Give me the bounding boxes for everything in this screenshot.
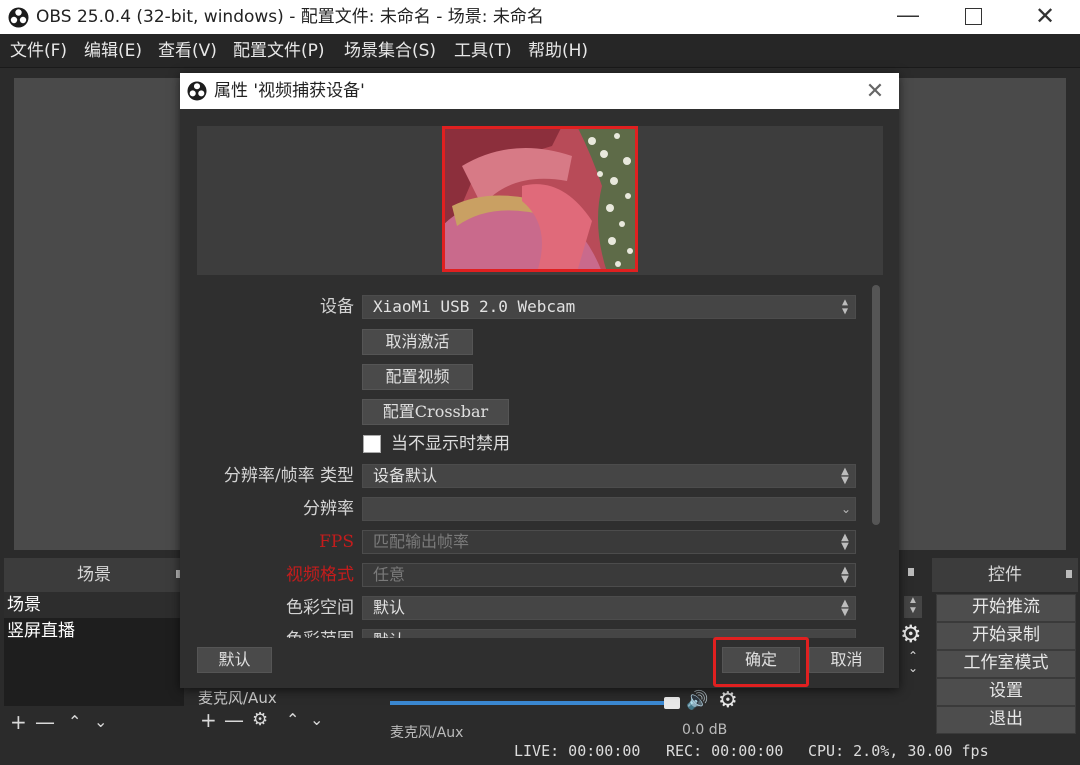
settings-button[interactable]: 设置 xyxy=(936,678,1076,706)
cpu-fps: CPU: 2.0%, 30.00 fps xyxy=(808,742,989,760)
device-value: XiaoMi USB 2.0 Webcam xyxy=(373,297,576,316)
fps-value: 匹配输出帧率 xyxy=(373,532,470,551)
mixer-channel-label: 麦克风/Aux xyxy=(198,689,277,707)
move-up-icon[interactable]: ⌃ xyxy=(68,708,81,736)
res-type-select[interactable]: 设备默认 ▲ ▼ xyxy=(362,464,856,488)
window-titlebar: OBS 25.0.4 (32-bit, windows) - 配置文件: 未命名… xyxy=(0,0,1080,34)
color-space-value: 默认 xyxy=(373,598,406,617)
scene-item[interactable]: 场景 xyxy=(4,592,184,618)
menu-edit[interactable]: 编辑(E) xyxy=(84,34,142,68)
sources-toolbar: + — ⚙ ⌃ ⌄ xyxy=(192,706,372,734)
configure-video-button[interactable]: 配置视频 xyxy=(362,364,473,390)
webcam-frame xyxy=(442,126,638,272)
start-recording-button[interactable]: 开始录制 xyxy=(936,622,1076,650)
scenes-header: 场景 xyxy=(4,558,184,592)
deactivate-when-hidden-label: 当不显示时禁用 xyxy=(391,434,510,454)
mixer-gear-icon[interactable]: ⚙ xyxy=(718,688,738,713)
select-arrows-icon: ▲ ▼ xyxy=(841,297,849,317)
studio-mode-button[interactable]: 工作室模式 xyxy=(936,650,1076,678)
menu-view[interactable]: 查看(V) xyxy=(158,34,217,68)
remove-scene-icon[interactable]: — xyxy=(35,708,55,736)
menu-scene-collection[interactable]: 场景集合(S) xyxy=(344,34,436,68)
deactivate-when-hidden-checkbox[interactable] xyxy=(363,435,381,453)
move-down-icon[interactable]: ⌄ xyxy=(310,706,323,734)
sources-dock: 麦克风/Aux + — ⚙ ⌃ ⌄ xyxy=(192,690,372,736)
configure-crossbar-button[interactable]: 配置Crossbar xyxy=(362,399,509,425)
select-arrows-icon: ▲ ▼ xyxy=(841,565,849,585)
volume-slider-track[interactable] xyxy=(390,701,680,705)
undock-icon[interactable] xyxy=(1066,570,1072,578)
res-type-value: 设备默认 xyxy=(373,466,438,485)
ok-highlight-box xyxy=(713,637,809,687)
select-arrows-icon: ▲ ▼ xyxy=(841,466,849,486)
menu-tools[interactable]: 工具(T) xyxy=(454,34,512,68)
start-streaming-button[interactable]: 开始推流 xyxy=(936,594,1076,622)
video-format-value: 任意 xyxy=(373,565,406,584)
fps-select[interactable]: 匹配输出帧率 ▲ ▼ xyxy=(362,530,856,554)
menu-help[interactable]: 帮助(H) xyxy=(528,34,588,68)
dialog-close-icon[interactable]: ✕ xyxy=(860,77,890,105)
scenes-list: 场景 竖屏直播 xyxy=(4,592,184,706)
device-label: 设备 xyxy=(320,297,354,317)
maximize-button[interactable] xyxy=(955,8,991,28)
status-bar: LIVE: 00:00:00 REC: 00:00:00 CPU: 2.0%, … xyxy=(0,738,1080,765)
transition-spin[interactable]: ▲ ▼ xyxy=(904,596,922,618)
mixer-db-readout: 0.0 dB xyxy=(682,722,728,738)
res-type-label: 分辨率/帧率 类型 xyxy=(223,466,354,486)
exit-button[interactable]: 退出 xyxy=(936,706,1076,734)
cancel-button[interactable]: 取消 xyxy=(809,647,884,673)
controls-header: 控件 xyxy=(932,558,1078,592)
properties-dialog: 属性 '视频捕获设备' ✕ 设备 XiaoMi USB 2.0 Webcam ▲… xyxy=(180,73,899,688)
rec-timer: REC: 00:00:00 xyxy=(666,742,784,760)
color-space-label: 色彩空间 xyxy=(286,598,354,618)
undock-icon[interactable] xyxy=(908,568,914,576)
device-select[interactable]: XiaoMi USB 2.0 Webcam ▲ ▼ xyxy=(362,295,856,319)
audio-mixer: 🔊 ⚙ 麦克风/Aux 0.0 dB xyxy=(382,688,762,741)
video-format-label: 视频格式 xyxy=(286,565,354,585)
add-scene-icon[interactable]: + xyxy=(10,708,27,736)
color-space-select[interactable]: 默认 ▲ ▼ xyxy=(362,596,856,620)
defaults-button[interactable]: 默认 xyxy=(197,647,272,673)
properties-scrollbar[interactable] xyxy=(872,285,880,525)
live-timer: LIVE: 00:00:00 xyxy=(514,742,641,760)
deactivate-button[interactable]: 取消激活 xyxy=(362,329,473,355)
move-up-icon[interactable]: ⌃ xyxy=(286,706,299,734)
move-down-icon[interactable]: ⌄ xyxy=(94,708,107,736)
menu-bar: 文件(F) 编辑(E) 查看(V) 配置文件(P) 场景集合(S) 工具(T) … xyxy=(0,34,1080,68)
obs-logo-icon xyxy=(187,81,207,101)
scrollbar-thumb[interactable] xyxy=(872,285,880,525)
transition-gear-icon[interactable]: ⚙ xyxy=(900,620,922,649)
controls-dock: 控件 开始推流 开始录制 工作室模式 设置 退出 xyxy=(932,558,1078,736)
window-title: OBS 25.0.4 (32-bit, windows) - 配置文件: 未命名… xyxy=(36,7,544,27)
chevron-down-icon: ⌄ xyxy=(840,502,851,516)
color-range-label: 色彩范围 xyxy=(180,628,354,638)
fps-label: FPS xyxy=(319,532,354,552)
scenes-toolbar: + — ⌃ ⌄ xyxy=(4,708,184,736)
scene-item[interactable]: 竖屏直播 xyxy=(4,618,184,644)
dialog-title: 属性 '视频捕获设备' xyxy=(214,81,365,101)
select-arrows-icon: ▲ ▼ xyxy=(841,532,849,552)
speaker-icon[interactable]: 🔊 xyxy=(686,690,708,711)
video-format-select[interactable]: 任意 ▲ ▼ xyxy=(362,563,856,587)
close-icon[interactable]: ✕ xyxy=(1028,4,1062,30)
obs-logo-icon xyxy=(8,7,29,28)
menu-profile[interactable]: 配置文件(P) xyxy=(233,34,325,68)
dialog-titlebar: 属性 '视频捕获设备' ✕ xyxy=(180,73,899,109)
volume-slider-handle[interactable] xyxy=(664,697,680,709)
source-settings-gear-icon[interactable]: ⚙ xyxy=(252,706,268,734)
menu-file[interactable]: 文件(F) xyxy=(10,34,67,68)
transitions-dock: ▲ ▼ ⚙ ⌃ ⌄ xyxy=(900,558,928,678)
maximize-icon xyxy=(964,8,982,25)
minimize-button[interactable]: — xyxy=(888,0,928,34)
color-range-value: 默认 xyxy=(373,631,405,638)
scenes-dock: 场景 场景 竖屏直播 + — ⌃ ⌄ xyxy=(4,558,184,736)
select-arrows-icon: ▲ ▼ xyxy=(841,598,849,618)
add-source-icon[interactable]: + xyxy=(200,706,217,734)
duration-spin[interactable]: ⌃ ⌄ xyxy=(904,650,922,674)
remove-source-icon[interactable]: — xyxy=(224,706,244,734)
resolution-label: 分辨率 xyxy=(303,499,354,519)
resolution-combobox[interactable]: ⌄ xyxy=(362,497,856,521)
